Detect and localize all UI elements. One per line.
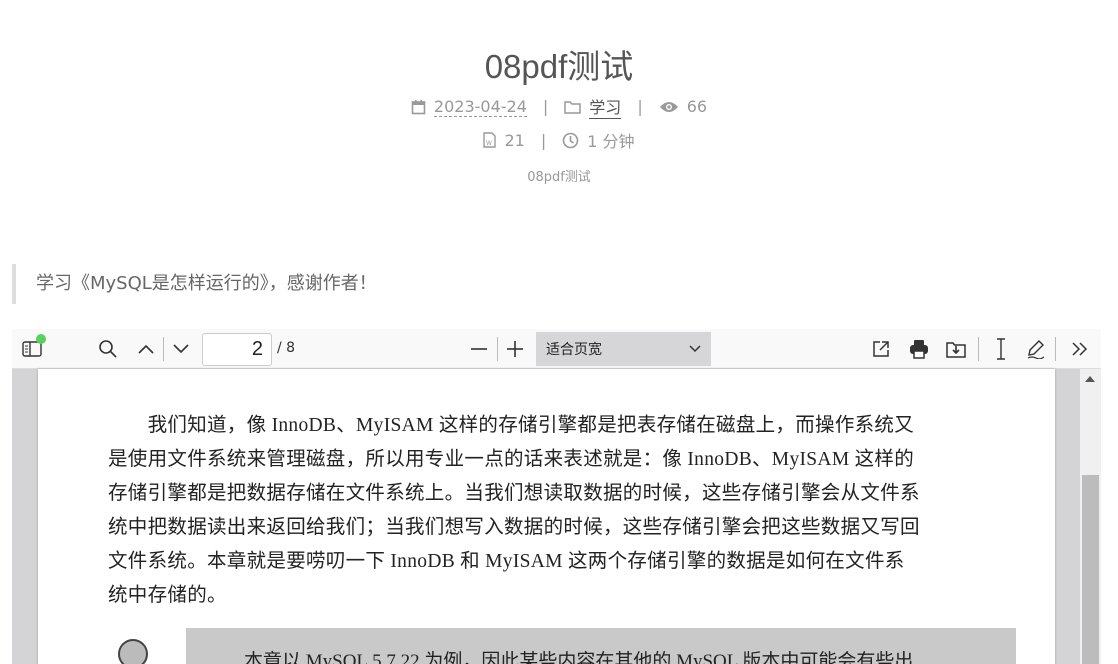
open-external-icon xyxy=(873,341,889,357)
zoom-out-button[interactable] xyxy=(467,337,491,361)
view-count: 66 xyxy=(686,97,708,116)
pdf-page: 我们知道，像 InnoDB、MyISAM 这样的存储引擎都是把表存储在磁盘上，而… xyxy=(38,369,1055,664)
download-button[interactable] xyxy=(944,337,968,361)
note-box: 本章以 MySQL 5.7.22 为例，因此某些内容在其他的 MySQL 版本中… xyxy=(186,628,1016,664)
word-count: 21 xyxy=(504,130,525,150)
post-description: 08pdf测试 xyxy=(527,170,591,185)
page-count: / 8 xyxy=(277,340,296,356)
draw-tool[interactable] xyxy=(1024,337,1048,361)
lightbulb-icon xyxy=(118,639,148,664)
chevron-down-icon xyxy=(173,344,189,354)
page-text-line: 文件系统。本章就是要唠叨一下 InnoDB 和 MyISAM 这两个存储引擎的数… xyxy=(108,551,905,572)
status-dot xyxy=(36,334,46,344)
blockquote: 学习《MySQL是怎样运行的》，感谢作者！ xyxy=(12,264,377,304)
text-select-tool[interactable] xyxy=(989,337,1013,361)
pdf-toolbar: / 8 适合页宽 xyxy=(12,329,1101,369)
svg-text:W: W xyxy=(486,140,492,147)
toolbar-divider xyxy=(978,337,979,361)
previous-page-button[interactable] xyxy=(134,337,158,361)
more-tools-button[interactable] xyxy=(1068,337,1092,361)
toolbar-divider xyxy=(163,337,164,361)
search-button[interactable] xyxy=(96,337,120,361)
search-icon xyxy=(99,340,117,358)
double-chevron-right-icon xyxy=(1072,342,1088,356)
pdf-viewer: / 8 适合页宽 我们知道，像 InnoDB、MyISAM 这样的存储引擎都是把… xyxy=(12,329,1101,664)
scroll-up-arrow-icon[interactable] xyxy=(1085,376,1095,382)
toolbar-divider xyxy=(1055,337,1056,361)
text-cursor-icon xyxy=(997,338,1005,360)
page-title: 08pdf测试 xyxy=(484,48,634,85)
toolbar-divider xyxy=(497,337,498,361)
category-link[interactable]: 学习 xyxy=(589,94,622,119)
post-meta: 2023-04-24 | 学习 | 66 xyxy=(0,94,1118,119)
read-time: 1 分钟 xyxy=(587,132,635,151)
folder-icon xyxy=(564,100,582,114)
clock-icon xyxy=(562,132,579,148)
download-icon xyxy=(946,342,966,358)
post-meta-2: W 21 | 1 分钟 xyxy=(0,128,1118,152)
print-button[interactable] xyxy=(907,337,931,361)
zoom-in-button[interactable] xyxy=(503,337,527,361)
print-icon xyxy=(910,340,928,359)
word-file-icon: W xyxy=(483,132,497,148)
page-text-line: 我们知道，像 InnoDB、MyISAM 这样的存储引擎都是把表存储在磁盘上，而… xyxy=(108,415,915,436)
open-external-button[interactable] xyxy=(869,337,893,361)
zoom-select[interactable]: 适合页宽 xyxy=(536,332,711,366)
calendar-icon xyxy=(411,99,426,114)
eye-icon xyxy=(659,101,678,112)
scrollbar-thumb[interactable] xyxy=(1082,475,1099,664)
minus-icon xyxy=(471,348,487,350)
page-number-input[interactable] xyxy=(202,333,272,366)
pen-icon xyxy=(1027,340,1045,359)
next-page-button[interactable] xyxy=(169,337,193,361)
chevron-up-icon xyxy=(138,344,154,354)
zoom-select-value: 适合页宽 xyxy=(546,342,602,358)
plus-icon xyxy=(507,341,523,357)
scrollbar[interactable] xyxy=(1080,369,1101,664)
page-text-line: 统中存储的。 xyxy=(108,585,227,606)
page-text-line: 存储引擎都是把数据存储在文件系统上。当我们想读取数据的时候，这些存储引擎会从文件… xyxy=(108,483,920,504)
chevron-down-icon xyxy=(689,345,701,353)
post-date: 2023-04-24 xyxy=(433,96,527,117)
page-text-line: 是使用文件系统来管理磁盘，所以用专业一点的话来表述就是：像 InnoDB、MyI… xyxy=(108,449,915,470)
page-text-line: 统中把数据读出来返回给我们；当我们想写入数据的时候，这些存储引擎会把这些数据又写… xyxy=(108,517,920,538)
